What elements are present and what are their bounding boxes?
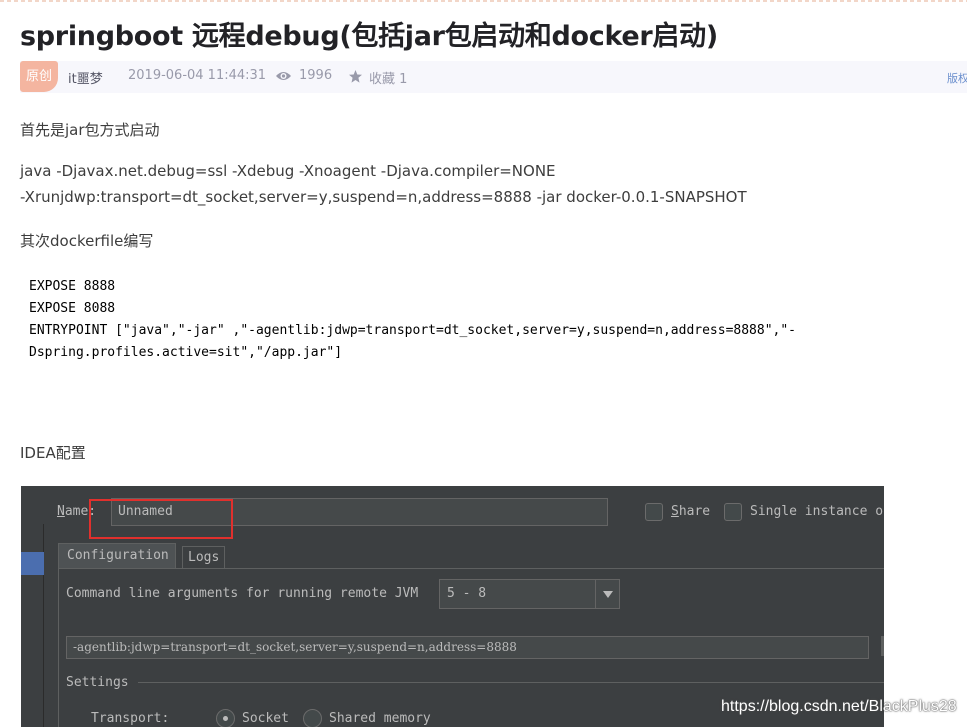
paragraph-idea-config: IDEA配置 [20, 444, 86, 462]
copyright-link[interactable]: 版权 [947, 70, 967, 86]
command-line-2: -Xrunjdwp:transport=dt_socket,server=y,s… [20, 188, 747, 206]
chevron-down-icon [603, 591, 613, 598]
idea-run-config-screenshot: Name: Unnamed Share Single instance o Co… [21, 486, 884, 727]
single-instance-checkbox[interactable] [724, 503, 742, 521]
author-link[interactable]: it噩梦 [68, 68, 103, 87]
socket-radio[interactable] [216, 709, 235, 727]
cmd-args-label: Command line arguments for running remot… [66, 586, 419, 601]
view-count: 1996 [299, 68, 333, 83]
code-line: EXPOSE 8088 [29, 301, 116, 316]
command-line-1: java -Djavax.net.debug=ssl -Xdebug -Xnoa… [20, 162, 556, 180]
socket-label: Socket [242, 711, 289, 726]
shared-memory-label: Shared memory [329, 711, 431, 726]
tab-configuration[interactable]: Configuration [58, 543, 176, 569]
watermark: https://blog.csdn.net/BlackPlus28 [721, 698, 957, 715]
code-line: Dspring.profiles.active=sit","/app.jar"] [29, 345, 343, 360]
jdk-version-value: 5 - 8 [447, 586, 487, 601]
code-line: ENTRYPOINT ["java","-jar" ,"-agentlib:jd… [29, 323, 797, 338]
tab-logs[interactable]: Logs [182, 546, 225, 569]
highlight-box [89, 499, 233, 539]
share-checkbox[interactable] [645, 503, 663, 521]
jdk-version-dropdown[interactable]: 5 - 8 [439, 579, 620, 609]
shared-memory-radio[interactable] [303, 709, 322, 727]
copy-args-button[interactable] [881, 636, 884, 656]
article-meta-bar: 原创 it噩梦 2019-06-04 11:44:31 1996 收藏 1 版权 [20, 61, 967, 93]
dropdown-button[interactable] [595, 580, 619, 608]
radio-selected-dot [223, 716, 228, 721]
top-border [0, 0, 967, 2]
config-tree-selected[interactable] [21, 552, 44, 575]
favorite-star-icon[interactable] [348, 69, 363, 84]
single-instance-label: Single instance o [750, 504, 884, 519]
article-title: springboot 远程debug(包括jar包启动和docker启动) [20, 21, 718, 52]
publish-time: 2019-06-04 11:44:31 [128, 68, 267, 83]
transport-label: Transport: [91, 711, 170, 726]
share-label: Share [671, 504, 711, 519]
jvm-args-field[interactable]: -agentlib:jdwp=transport=dt_socket,serve… [66, 636, 869, 659]
eye-icon [276, 72, 291, 80]
favorite-button[interactable]: 收藏 1 [369, 68, 407, 87]
settings-label: Settings [66, 675, 129, 690]
settings-divider [138, 682, 884, 683]
code-line: EXPOSE 8888 [29, 279, 116, 294]
paragraph-dockerfile: 其次dockerfile编写 [20, 232, 154, 250]
paragraph-jar-start: 首先是jar包方式启动 [20, 121, 160, 139]
original-badge: 原创 [20, 61, 58, 92]
